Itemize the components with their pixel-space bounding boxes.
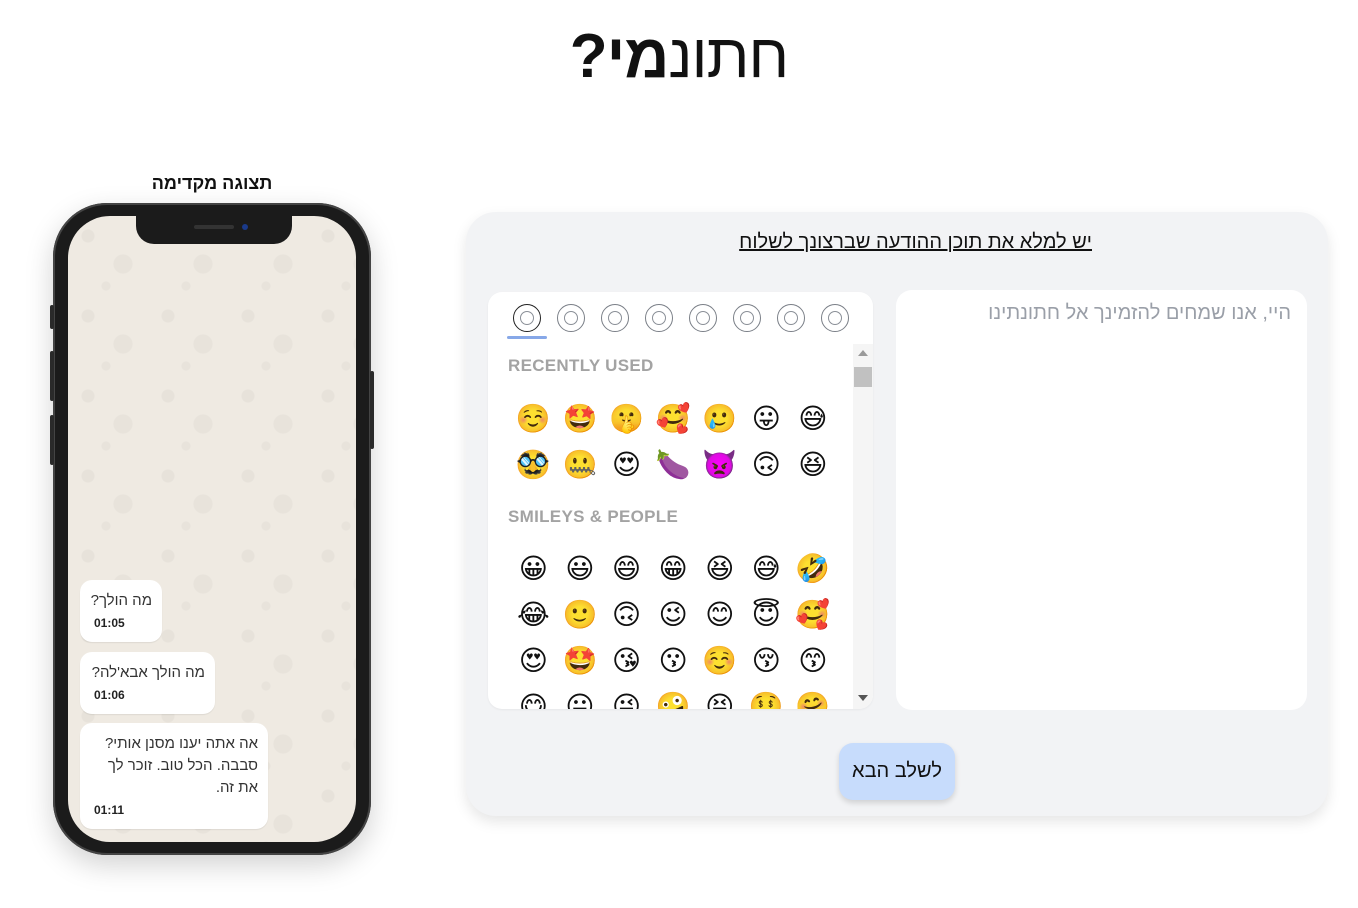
next-step-button[interactable]: לשלב הבא [839, 743, 955, 800]
scroll-thumb[interactable] [854, 367, 872, 387]
emoji-button[interactable]: 👿 [696, 442, 743, 488]
emoji-button[interactable]: 🤐 [557, 442, 604, 488]
emoji-button[interactable]: 😃 [557, 546, 604, 592]
food-icon[interactable] [645, 304, 673, 332]
emoji-button[interactable]: 🥰 [790, 592, 837, 638]
emoji-button[interactable]: 🍆 [650, 442, 697, 488]
camera-icon [242, 224, 248, 230]
emoji-category-tabs [488, 292, 873, 344]
emoji-button[interactable]: 😊 [696, 592, 743, 638]
recent-clock-icon[interactable] [513, 304, 541, 332]
emoji-button[interactable]: 😘 [603, 638, 650, 684]
emoji-button[interactable]: 😇 [743, 592, 790, 638]
emoji-button[interactable]: 😂 [510, 592, 557, 638]
chat-bubble: אה אתה יענו מסנן אותי? סבבה. הכל טוב. זו… [80, 723, 268, 829]
phone-volume-up [50, 351, 54, 401]
emoji-button[interactable]: 🤗 [790, 684, 837, 710]
emoji-button[interactable]: 😙 [790, 638, 837, 684]
emoji-button[interactable]: 🙃 [603, 592, 650, 638]
editor-heading: יש למלא את תוכן ההודעה שברצונך לשלוח [739, 231, 1092, 253]
emoji-button[interactable]: 😄 [603, 546, 650, 592]
emoji-button[interactable]: 😋 [510, 684, 557, 710]
emoji-picker: RECENTLY USED ☺️ 🤩 🤫 🥰 🥲 😛 😅 🥸 🤐 😍 🍆 👿 🙃 😆 SMILEYS & … [488, 292, 873, 709]
recently-used-grid: ☺️ 🤩 🤫 🥰 🥲 😛 😅 🥸 🤐 😍 🍆 👿 🙃 😆 [510, 396, 836, 488]
emoji-button[interactable]: 🥲 [696, 396, 743, 442]
emoji-button[interactable]: 😗 [650, 638, 697, 684]
emoji-button[interactable]: 🤣 [790, 546, 837, 592]
emoji-button[interactable]: 😍 [603, 442, 650, 488]
message-editor-card: יש למלא את תוכן ההודעה שברצונך לשלוח REC… [466, 212, 1328, 816]
alarm-clock-icon[interactable] [777, 304, 805, 332]
emoji-button[interactable]: 😛 [743, 396, 790, 442]
recently-used-title: RECENTLY USED [508, 356, 654, 375]
chat-bubble: מה הולך? 01:05 [80, 580, 162, 642]
smileys-title: SMILEYS & PEOPLE [508, 507, 679, 526]
emoji-button[interactable]: 🤩 [557, 396, 604, 442]
scroll-down-icon[interactable] [858, 695, 868, 701]
chat-bubble-time: 01:06 [94, 688, 125, 702]
emoji-button[interactable]: ☺️ [510, 396, 557, 442]
emoji-button[interactable]: 🙃 [743, 442, 790, 488]
emoji-button[interactable]: 🤑 [743, 684, 790, 710]
phone-notch [136, 216, 292, 244]
emoji-button[interactable]: 😍 [510, 638, 557, 684]
phone-mute-switch [50, 305, 54, 329]
chat-bubble-text: אה אתה יענו מסנן אותי? סבבה. הכל טוב. זו… [104, 735, 258, 796]
emoji-button[interactable]: ☺️ [696, 638, 743, 684]
chat-bubble-time: 01:05 [94, 616, 125, 630]
chat-bubble-text: מה הולך אבא'לה? [91, 664, 205, 681]
phone-power-button [370, 371, 374, 449]
site-title-light: חתונ [668, 22, 789, 91]
emoji-button[interactable]: 😀 [510, 546, 557, 592]
message-input[interactable] [896, 290, 1307, 710]
emoji-button[interactable]: 😉 [650, 592, 697, 638]
chat-bubble-time: 01:11 [94, 803, 125, 817]
chat-screen: מה הולך? 01:05 מה הולך אבא'לה? 01:06 אה … [68, 216, 356, 842]
emoji-button[interactable]: 🥰 [650, 396, 697, 442]
smiley-icon[interactable] [557, 304, 585, 332]
animal-icon[interactable] [601, 304, 629, 332]
heart-icon[interactable] [821, 304, 849, 332]
preview-title: תצוגה מקדימה [151, 173, 273, 193]
emoji-button[interactable]: 🤪 [650, 684, 697, 710]
site-title: חתונמי? [0, 22, 1358, 92]
emoji-button[interactable]: 😝 [696, 684, 743, 710]
emoji-button[interactable]: 😆 [790, 442, 837, 488]
speaker-icon [194, 225, 234, 229]
chat-bubble: מה הולך אבא'לה? 01:06 [80, 652, 215, 714]
emoji-list[interactable]: RECENTLY USED ☺️ 🤩 🤫 🥰 🥲 😛 😅 🥸 🤐 😍 🍆 👿 🙃 😆 SMILEYS & … [488, 344, 853, 709]
emoji-button[interactable]: 😛 [557, 684, 604, 710]
emoji-button[interactable]: 😚 [743, 638, 790, 684]
emoji-button[interactable]: 🤫 [603, 396, 650, 442]
emoji-scrollbar[interactable] [853, 344, 873, 709]
scroll-up-icon[interactable] [858, 350, 868, 356]
emoji-button[interactable]: 🙂 [557, 592, 604, 638]
ball-icon[interactable] [733, 304, 761, 332]
phone-frame: מה הולך? 01:05 מה הולך אבא'לה? 01:06 אה … [50, 203, 374, 855]
building-icon[interactable] [689, 304, 717, 332]
emoji-button[interactable]: 😁 [650, 546, 697, 592]
active-tab-indicator [507, 336, 547, 339]
emoji-button[interactable]: 😅 [790, 396, 837, 442]
phone-volume-down [50, 415, 54, 465]
chat-bubble-text: מה הולך? [90, 592, 152, 609]
site-title-bold: מי? [569, 22, 670, 91]
smileys-grid: 😀 😃 😄 😁 😆 😅 🤣 😂 🙂 🙃 😉 😊 😇 🥰 😍 🤩 😘 😗 ☺️ 😚 😙 😋 😛 😜 🤪 😝 🤑 🤗 [510, 546, 837, 710]
emoji-button[interactable]: 😅 [743, 546, 790, 592]
emoji-button[interactable]: 🥸 [510, 442, 557, 488]
emoji-button[interactable]: 😆 [696, 546, 743, 592]
emoji-button[interactable]: 😜 [603, 684, 650, 710]
emoji-button[interactable]: 🤩 [557, 638, 604, 684]
